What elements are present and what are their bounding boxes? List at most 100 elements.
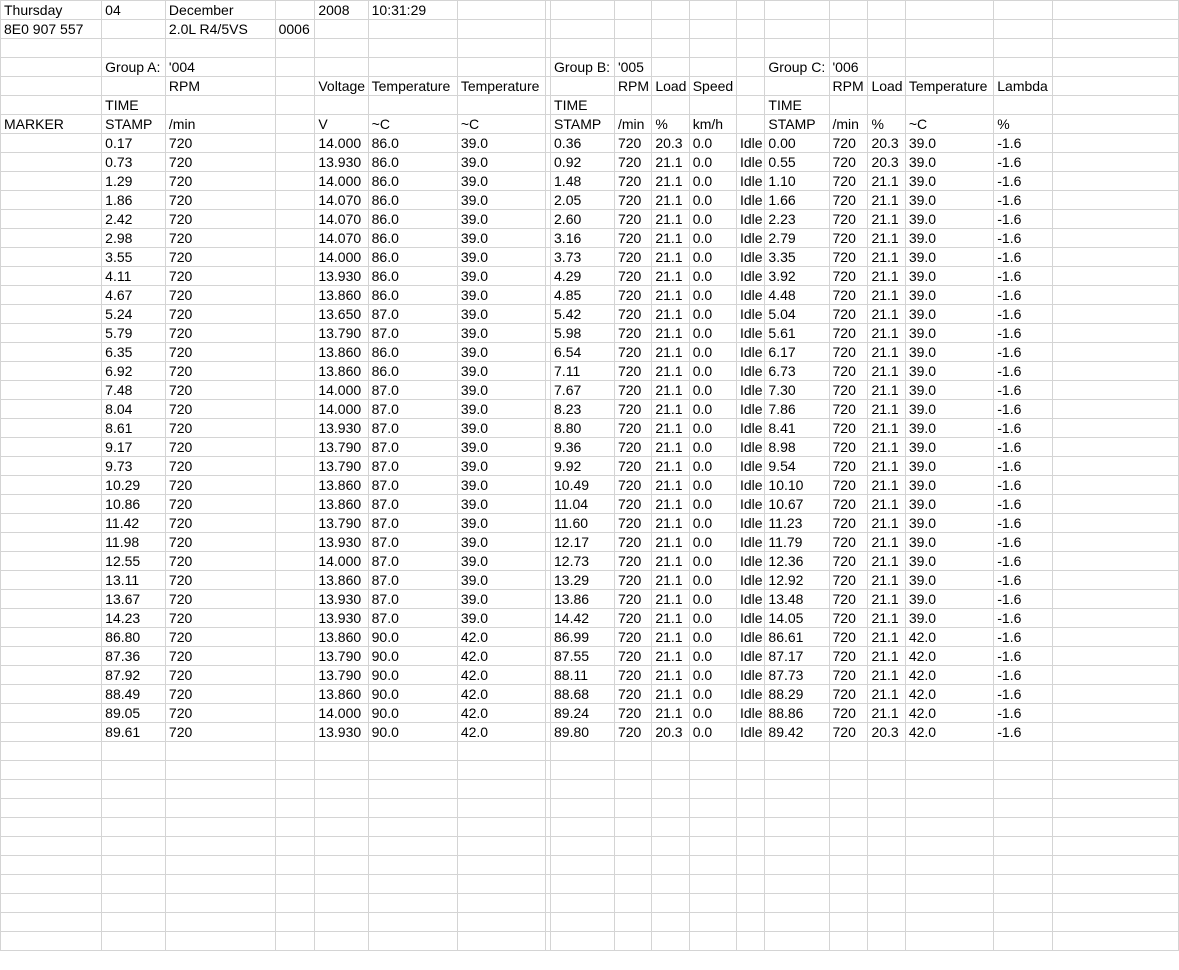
cell[interactable]: 21.1 bbox=[651, 532, 690, 552]
cell[interactable] bbox=[736, 114, 766, 134]
cell[interactable]: 39.0 bbox=[457, 551, 547, 571]
cell[interactable]: 39.0 bbox=[457, 456, 547, 476]
cell[interactable] bbox=[1052, 437, 1179, 457]
cell[interactable]: Temperature bbox=[905, 76, 995, 96]
cell[interactable]: 21.1 bbox=[651, 551, 690, 571]
cell[interactable] bbox=[1052, 152, 1179, 172]
cell[interactable]: 42.0 bbox=[905, 665, 995, 685]
cell[interactable]: 720 bbox=[614, 513, 653, 533]
cell[interactable] bbox=[550, 38, 615, 58]
cell[interactable] bbox=[905, 0, 995, 20]
cell[interactable] bbox=[0, 190, 103, 210]
cell[interactable] bbox=[689, 95, 737, 115]
cell[interactable]: 39.0 bbox=[457, 209, 547, 229]
cell[interactable] bbox=[1052, 76, 1179, 96]
cell[interactable]: -1.6 bbox=[993, 266, 1054, 286]
cell[interactable]: 720 bbox=[614, 228, 653, 248]
cell[interactable] bbox=[101, 19, 166, 39]
cell[interactable] bbox=[0, 228, 103, 248]
cell[interactable]: 720 bbox=[829, 190, 869, 210]
cell[interactable]: 2.60 bbox=[550, 209, 615, 229]
cell[interactable]: 0.36 bbox=[550, 133, 615, 153]
cell[interactable]: 86.0 bbox=[368, 190, 458, 210]
cell[interactable]: 21.1 bbox=[867, 304, 906, 324]
cell[interactable]: 21.1 bbox=[867, 209, 906, 229]
cell[interactable]: 21.1 bbox=[867, 380, 906, 400]
cell[interactable]: 7.11 bbox=[550, 361, 615, 381]
cell[interactable] bbox=[314, 95, 369, 115]
cell[interactable]: 39.0 bbox=[457, 494, 547, 514]
cell[interactable] bbox=[275, 532, 316, 552]
cell[interactable]: 720 bbox=[614, 703, 653, 723]
cell[interactable]: 12.73 bbox=[550, 551, 615, 571]
cell[interactable]: 720 bbox=[165, 532, 276, 552]
cell[interactable]: ~C bbox=[368, 114, 458, 134]
cell[interactable]: 12.17 bbox=[550, 532, 615, 552]
cell[interactable]: 21.1 bbox=[867, 665, 906, 685]
cell[interactable] bbox=[0, 570, 103, 590]
cell[interactable] bbox=[0, 76, 103, 96]
cell[interactable]: 11.79 bbox=[764, 532, 830, 552]
cell[interactable]: 2.0L R4/5VS bbox=[165, 19, 276, 39]
cell[interactable] bbox=[1052, 114, 1179, 134]
cell[interactable] bbox=[275, 342, 316, 362]
cell[interactable]: 39.0 bbox=[905, 266, 995, 286]
cell[interactable]: 5.24 bbox=[101, 304, 166, 324]
cell[interactable]: Idle bbox=[736, 494, 766, 514]
cell[interactable] bbox=[1052, 570, 1179, 590]
cell[interactable]: 21.1 bbox=[651, 342, 690, 362]
cell[interactable] bbox=[101, 38, 166, 58]
cell[interactable]: 13.790 bbox=[314, 437, 369, 457]
cell[interactable] bbox=[275, 456, 316, 476]
cell[interactable]: Idle bbox=[736, 551, 766, 571]
cell[interactable]: 720 bbox=[165, 665, 276, 685]
cell[interactable]: 6.92 bbox=[101, 361, 166, 381]
cell[interactable]: 21.1 bbox=[651, 646, 690, 666]
cell[interactable]: 39.0 bbox=[457, 285, 547, 305]
cell[interactable]: 13.860 bbox=[314, 342, 369, 362]
cell[interactable]: 39.0 bbox=[905, 418, 995, 438]
cell[interactable]: Idle bbox=[736, 722, 766, 742]
cell[interactable]: 0.0 bbox=[689, 722, 737, 742]
cell[interactable] bbox=[0, 152, 103, 172]
cell[interactable] bbox=[764, 76, 830, 96]
cell[interactable] bbox=[993, 38, 1054, 58]
cell[interactable]: 720 bbox=[829, 665, 869, 685]
cell[interactable]: 13.29 bbox=[550, 570, 615, 590]
cell[interactable]: 87.0 bbox=[368, 437, 458, 457]
cell[interactable] bbox=[275, 323, 316, 343]
cell[interactable] bbox=[275, 475, 316, 495]
cell[interactable]: 90.0 bbox=[368, 646, 458, 666]
cell[interactable]: Idle bbox=[736, 437, 766, 457]
cell[interactable]: 90.0 bbox=[368, 722, 458, 742]
cell[interactable]: 39.0 bbox=[905, 323, 995, 343]
cell[interactable]: 0.0 bbox=[689, 266, 737, 286]
cell[interactable]: 0.0 bbox=[689, 361, 737, 381]
cell[interactable]: 2.23 bbox=[764, 209, 830, 229]
cell[interactable]: 14.000 bbox=[314, 380, 369, 400]
cell[interactable]: 39.0 bbox=[905, 152, 995, 172]
cell[interactable]: 14.070 bbox=[314, 228, 369, 248]
cell[interactable]: 0.0 bbox=[689, 380, 737, 400]
cell[interactable]: 1.10 bbox=[764, 171, 830, 191]
cell[interactable]: 89.05 bbox=[101, 703, 166, 723]
cell[interactable]: 720 bbox=[829, 494, 869, 514]
cell[interactable] bbox=[764, 38, 830, 58]
cell[interactable]: 720 bbox=[165, 380, 276, 400]
cell[interactable] bbox=[1052, 361, 1179, 381]
cell[interactable]: 39.0 bbox=[905, 437, 995, 457]
cell[interactable]: -1.6 bbox=[993, 361, 1054, 381]
cell[interactable]: 13.790 bbox=[314, 323, 369, 343]
cell[interactable]: 11.60 bbox=[550, 513, 615, 533]
cell[interactable]: Idle bbox=[736, 475, 766, 495]
cell[interactable] bbox=[275, 646, 316, 666]
cell[interactable]: 13.48 bbox=[764, 589, 830, 609]
cell[interactable]: 39.0 bbox=[457, 475, 547, 495]
cell[interactable]: 21.1 bbox=[867, 627, 906, 647]
cell[interactable]: 0.0 bbox=[689, 551, 737, 571]
cell[interactable]: 720 bbox=[614, 304, 653, 324]
cell[interactable] bbox=[275, 0, 316, 20]
cell[interactable]: 86.99 bbox=[550, 627, 615, 647]
cell[interactable]: 39.0 bbox=[457, 323, 547, 343]
cell[interactable]: 39.0 bbox=[905, 304, 995, 324]
